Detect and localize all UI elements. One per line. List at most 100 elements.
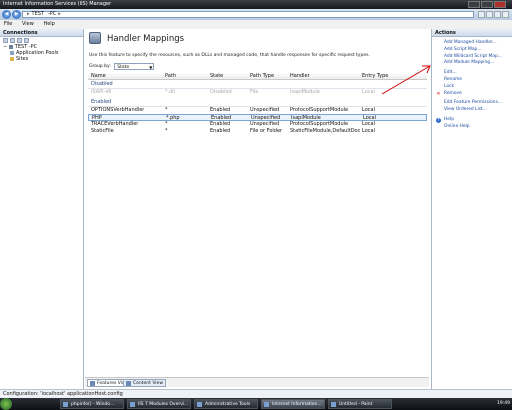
cell-path: *: [165, 128, 168, 134]
cell-handler: ProtocolSupportModule: [290, 107, 349, 113]
cell-name: ISAPI-dll: [91, 89, 112, 95]
help-icon: ?: [436, 116, 441, 123]
table-row[interactable]: StaticFile * Enabled File or Folder Stat…: [88, 128, 427, 135]
action-label: Add Managed Handler...: [444, 40, 497, 45]
application-pools-icon: [10, 50, 14, 55]
cell-path-type: Unspecified: [250, 107, 280, 113]
breadcrumb-item[interactable]: -PC: [48, 11, 56, 17]
action-label: Add Script Map...: [444, 46, 482, 52]
cell-path: *: [165, 107, 168, 113]
group-by-value: State: [117, 65, 130, 70]
tree-item-label: Sites: [16, 56, 29, 62]
refresh-icon[interactable]: [478, 11, 485, 18]
table-row-selected[interactable]: PHP *.php Enabled Unspecified IsapiModul…: [88, 114, 427, 121]
column-header-name[interactable]: Name: [91, 73, 106, 79]
taskbar-item-label: Untitled - Paint: [339, 402, 373, 407]
taskbar-item-active[interactable]: Internet Information...: [261, 399, 325, 409]
back-icon[interactable]: ◀: [2, 10, 11, 19]
action-label: Remove: [444, 90, 462, 96]
cell-entry-type: Local: [362, 107, 375, 113]
cell-state: Enabled: [210, 128, 231, 134]
menu-help[interactable]: Help: [43, 21, 54, 27]
taskbar-item-label: Administrative Tools: [205, 402, 251, 407]
taskbar-item-label: IIS 7 Modules Overvi...: [138, 402, 189, 407]
group-by-select[interactable]: State ▼: [114, 63, 155, 70]
action-lock[interactable]: Lock: [432, 84, 512, 91]
action-label: Rename: [444, 76, 463, 82]
table-row[interactable]: OPTIONSVerbHandler * Enabled Unspecified…: [88, 107, 427, 114]
action-add-managed-handler[interactable]: Add Managed Handler...: [432, 40, 512, 47]
menu-view[interactable]: View: [22, 21, 34, 27]
breadcrumb[interactable]: ▸ TEST -PC ▸: [22, 11, 474, 18]
minimize-button[interactable]: [468, 1, 480, 8]
sites-folder-icon: [10, 56, 14, 61]
action-rename[interactable]: Rename: [432, 77, 512, 84]
action-label: Edit...: [444, 70, 457, 76]
breadcrumb-separator: ▸: [58, 11, 61, 17]
remove-icon: ✕: [436, 90, 441, 97]
action-help[interactable]: ? Help: [432, 117, 512, 124]
action-remove[interactable]: ✕ Remove: [432, 91, 512, 98]
tree-item-sites[interactable]: Sites: [0, 56, 83, 62]
action-label: Online Help: [444, 123, 470, 129]
connect-icon[interactable]: [3, 38, 8, 43]
column-header-handler[interactable]: Handler: [290, 73, 310, 79]
menu-file[interactable]: File: [4, 21, 12, 27]
start-button[interactable]: [0, 398, 12, 410]
server-icon: [8, 44, 13, 49]
group-by-label: Group by:: [89, 64, 111, 69]
tab-content-view[interactable]: Content View: [123, 379, 167, 387]
help-icon[interactable]: [502, 11, 509, 18]
cell-handler: StaticFileModule,DefaultDocu...: [290, 128, 360, 134]
action-label: Add Module Mapping...: [444, 60, 495, 66]
clock[interactable]: 19:49: [497, 401, 510, 406]
arrow-line: [381, 65, 431, 95]
action-edit[interactable]: Edit...: [432, 70, 512, 77]
column-header-path[interactable]: Path: [165, 73, 176, 79]
table-row[interactable]: TRACEVerbHandler * Enabled Unspecified P…: [88, 121, 427, 128]
taskbar-item[interactable]: Administrative Tools: [194, 399, 258, 409]
cell-handler: IsapiModule: [290, 89, 320, 95]
up-icon[interactable]: [17, 38, 22, 43]
save-icon[interactable]: [10, 38, 15, 43]
maximize-button[interactable]: [481, 1, 493, 8]
connections-header: Connections: [0, 29, 83, 37]
action-label: Edit Feature Permissions...: [444, 100, 503, 106]
action-label: View Ordered List...: [444, 107, 487, 113]
folder-icon: [197, 402, 202, 407]
chevron-down-icon: ▼: [149, 65, 153, 70]
features-view-icon: [90, 381, 95, 386]
stop-icon[interactable]: [486, 11, 493, 18]
action-online-help[interactable]: Online Help: [432, 124, 512, 131]
page-description: Use this feature to specify the resource…: [89, 53, 370, 58]
cell-path: *.dll: [165, 89, 176, 95]
cell-entry-type: Local: [362, 121, 375, 127]
page-title: Handler Mappings: [107, 34, 185, 44]
cell-path-type: Unspecified: [250, 121, 280, 127]
action-view-ordered-list[interactable]: View Ordered List...: [432, 107, 512, 114]
cell-handler: ProtocolSupportModule: [290, 121, 349, 127]
collapse-icon[interactable]: −: [3, 44, 7, 50]
home-icon[interactable]: [494, 11, 501, 18]
action-add-module-mapping[interactable]: Add Module Mapping...: [432, 60, 512, 67]
column-header-path-type[interactable]: Path Type: [250, 73, 274, 79]
remove-connection-icon[interactable]: [24, 38, 29, 43]
tab-label: Content View: [133, 381, 164, 386]
taskbar: phpinfo() - Windo... IIS 7 Modules Overv…: [0, 398, 512, 410]
handler-mappings-icon: [89, 32, 101, 44]
browser-icon: [63, 402, 68, 407]
address-bar-area: ◀ ▶ ▸ TEST -PC ▸: [0, 9, 512, 20]
actions-pane: Actions Add Managed Handler... Add Scrip…: [431, 29, 512, 389]
close-button[interactable]: [494, 1, 506, 8]
taskbar-item[interactable]: phpinfo() - Windo...: [60, 399, 124, 409]
forward-icon[interactable]: ▶: [12, 10, 21, 19]
column-header-state[interactable]: State: [210, 73, 223, 79]
content-view-icon: [126, 381, 131, 386]
cell-path-type: File or Folder: [250, 128, 283, 134]
breadcrumb-separator: ▸: [27, 11, 30, 17]
connections-pane: Connections − TEST -PC Application Pools…: [0, 29, 84, 389]
breadcrumb-item[interactable]: TEST: [32, 11, 44, 17]
taskbar-item[interactable]: Untitled - Paint: [328, 399, 392, 409]
action-add-script-map[interactable]: Add Script Map...: [432, 47, 512, 54]
taskbar-item[interactable]: IIS 7 Modules Overvi...: [127, 399, 191, 409]
